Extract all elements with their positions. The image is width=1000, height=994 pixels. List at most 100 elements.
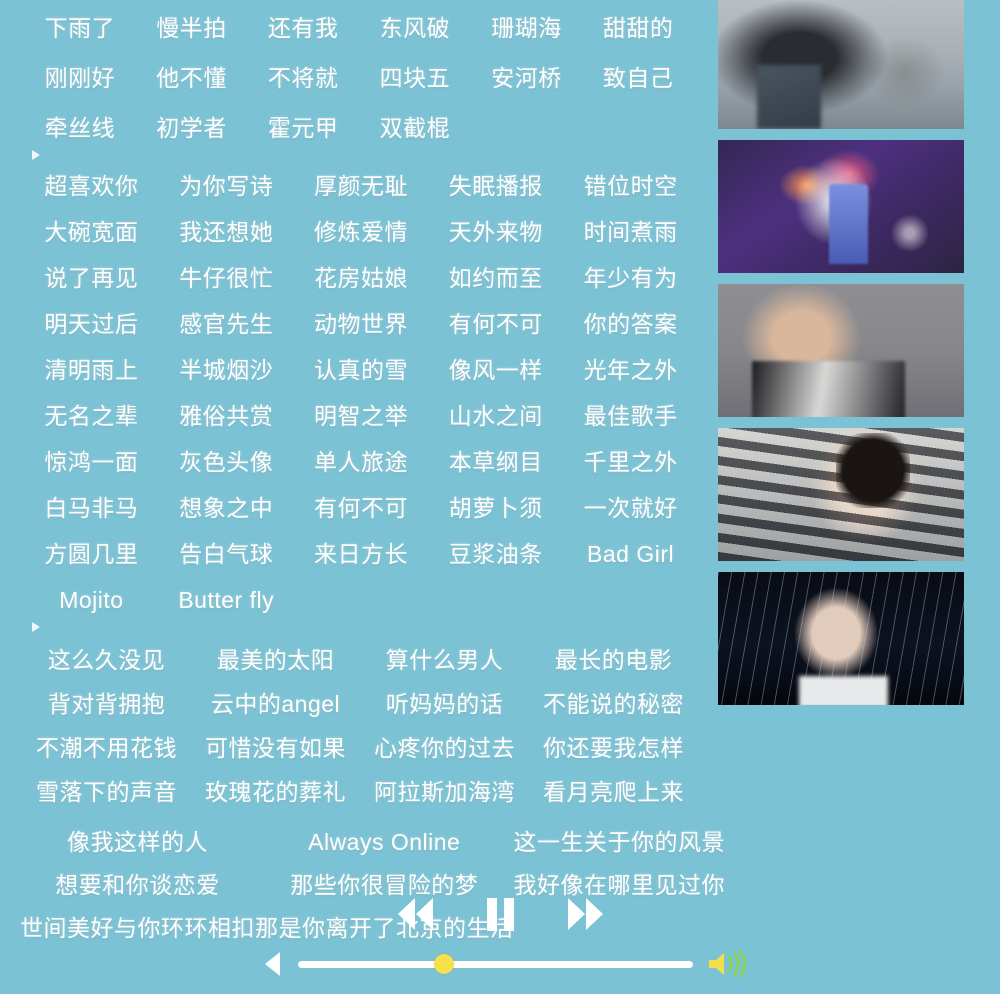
song-item[interactable]: 算什么男人: [360, 644, 529, 676]
song-item[interactable]: 失眠播报: [428, 170, 563, 202]
song-item[interactable]: 牛仔很忙: [159, 262, 294, 294]
song-item[interactable]: 安河桥: [471, 62, 583, 94]
section-marker[interactable]: [0, 144, 712, 168]
song-item[interactable]: Butter fly: [159, 584, 294, 616]
song-item[interactable]: 白马非马: [24, 492, 159, 524]
song-item[interactable]: 雅俗共赏: [159, 400, 294, 432]
song-item[interactable]: 最长的电影: [529, 644, 698, 676]
section-marker[interactable]: [0, 616, 712, 640]
fast-forward-button[interactable]: [567, 898, 603, 930]
song-item[interactable]: 大碗宽面: [24, 216, 159, 248]
song-item[interactable]: 珊瑚海: [471, 12, 583, 44]
video-thumbnail[interactable]: [718, 572, 964, 705]
song-item[interactable]: 说了再见: [24, 262, 159, 294]
song-item[interactable]: 修炼爱情: [294, 216, 429, 248]
song-item[interactable]: 我还想她: [159, 216, 294, 248]
song-item[interactable]: 你还要我怎样: [529, 732, 698, 764]
song-item[interactable]: 天外来物: [428, 216, 563, 248]
song-item[interactable]: 像风一样: [428, 354, 563, 386]
song-item[interactable]: 千里之外: [563, 446, 698, 478]
song-item-empty: [582, 112, 694, 144]
song-item[interactable]: 你的答案: [563, 308, 698, 340]
song-item[interactable]: 年少有为: [563, 262, 698, 294]
song-item[interactable]: 灰色头像: [159, 446, 294, 478]
song-item[interactable]: Mojito: [24, 584, 159, 616]
song-item[interactable]: 感官先生: [159, 308, 294, 340]
song-item[interactable]: 四块五: [359, 62, 471, 94]
song-item[interactable]: 有何不可: [294, 492, 429, 524]
song-item[interactable]: 明智之举: [294, 400, 429, 432]
song-item[interactable]: 双截棍: [359, 112, 471, 144]
song-item[interactable]: 东风破: [359, 12, 471, 44]
song-item[interactable]: 牵丝线: [24, 112, 136, 144]
song-item[interactable]: 致自己: [582, 62, 694, 94]
rewind-button[interactable]: [397, 898, 433, 930]
song-item[interactable]: 一次就好: [563, 492, 698, 524]
video-thumbnail[interactable]: [718, 0, 964, 129]
progress-slider[interactable]: [298, 954, 693, 974]
song-item[interactable]: 慢半拍: [136, 12, 248, 44]
song-item[interactable]: 这一生关于你的风景: [514, 826, 726, 858]
song-item[interactable]: 告白气球: [159, 538, 294, 570]
song-item[interactable]: 豆浆油条: [428, 538, 563, 570]
song-item[interactable]: 玫瑰花的葬礼: [191, 776, 360, 808]
song-item[interactable]: 像我这样的人: [20, 826, 255, 858]
song-item[interactable]: 半城烟沙: [159, 354, 294, 386]
song-item[interactable]: 雪落下的声音: [22, 776, 191, 808]
song-item[interactable]: 最美的太阳: [191, 644, 360, 676]
song-item[interactable]: 单人旅途: [294, 446, 429, 478]
song-item[interactable]: 阿拉斯加海湾: [360, 776, 529, 808]
song-item[interactable]: 胡萝卜须: [428, 492, 563, 524]
song-item[interactable]: Always Online: [255, 826, 514, 858]
song-item[interactable]: 时间煮雨: [563, 216, 698, 248]
video-thumbnail[interactable]: [718, 140, 964, 273]
song-item[interactable]: 花房姑娘: [294, 262, 429, 294]
song-item[interactable]: 超喜欢你: [24, 170, 159, 202]
song-item[interactable]: 为你写诗: [159, 170, 294, 202]
song-item[interactable]: 听妈妈的话: [360, 688, 529, 720]
song-item[interactable]: 还有我: [247, 12, 359, 44]
thumbnail-image-3: [718, 284, 964, 417]
song-item[interactable]: 动物世界: [294, 308, 429, 340]
video-thumbnail[interactable]: [718, 284, 964, 417]
song-item[interactable]: Bad Girl: [563, 538, 698, 570]
progress-knob[interactable]: [434, 954, 455, 974]
song-item[interactable]: 下雨了: [24, 12, 136, 44]
song-item[interactable]: 本草纲目: [428, 446, 563, 478]
thumbnail-rail: [718, 0, 964, 705]
song-item[interactable]: 不将就: [247, 62, 359, 94]
song-item[interactable]: 这么久没见: [22, 644, 191, 676]
song-item[interactable]: 如约而至: [428, 262, 563, 294]
song-item[interactable]: 心疼你的过去: [360, 732, 529, 764]
song-item[interactable]: 甜甜的: [582, 12, 694, 44]
volume-icon[interactable]: [707, 950, 753, 978]
song-item[interactable]: 光年之外: [563, 354, 698, 386]
song-item[interactable]: 来日方长: [294, 538, 429, 570]
song-item[interactable]: 不能说的秘密: [529, 688, 698, 720]
song-item[interactable]: 可惜没有如果: [191, 732, 360, 764]
song-item[interactable]: 方圆几里: [24, 538, 159, 570]
song-item[interactable]: 看月亮爬上来: [529, 776, 698, 808]
song-item[interactable]: 认真的雪: [294, 354, 429, 386]
song-item[interactable]: 错位时空: [563, 170, 698, 202]
pause-button[interactable]: [486, 897, 514, 931]
song-item[interactable]: 最佳歌手: [563, 400, 698, 432]
song-item[interactable]: 山水之间: [428, 400, 563, 432]
song-item[interactable]: 背对背拥抱: [22, 688, 191, 720]
song-item[interactable]: 清明雨上: [24, 354, 159, 386]
song-item[interactable]: 初学者: [136, 112, 248, 144]
video-thumbnail[interactable]: [718, 428, 964, 561]
song-item[interactable]: 厚颜无耻: [294, 170, 429, 202]
song-item[interactable]: 刚刚好: [24, 62, 136, 94]
song-item[interactable]: 惊鸿一面: [24, 446, 159, 478]
song-item[interactable]: 云中的angel: [191, 688, 360, 720]
previous-track-icon[interactable]: [265, 952, 280, 976]
song-item[interactable]: 无名之辈: [24, 400, 159, 432]
song-item[interactable]: 不潮不用花钱: [22, 732, 191, 764]
song-item[interactable]: 他不懂: [136, 62, 248, 94]
song-item[interactable]: 霍元甲: [247, 112, 359, 144]
song-item[interactable]: 有何不可: [428, 308, 563, 340]
song-item[interactable]: 明天过后: [24, 308, 159, 340]
rewind-icon: [397, 898, 433, 930]
song-item[interactable]: 想象之中: [159, 492, 294, 524]
